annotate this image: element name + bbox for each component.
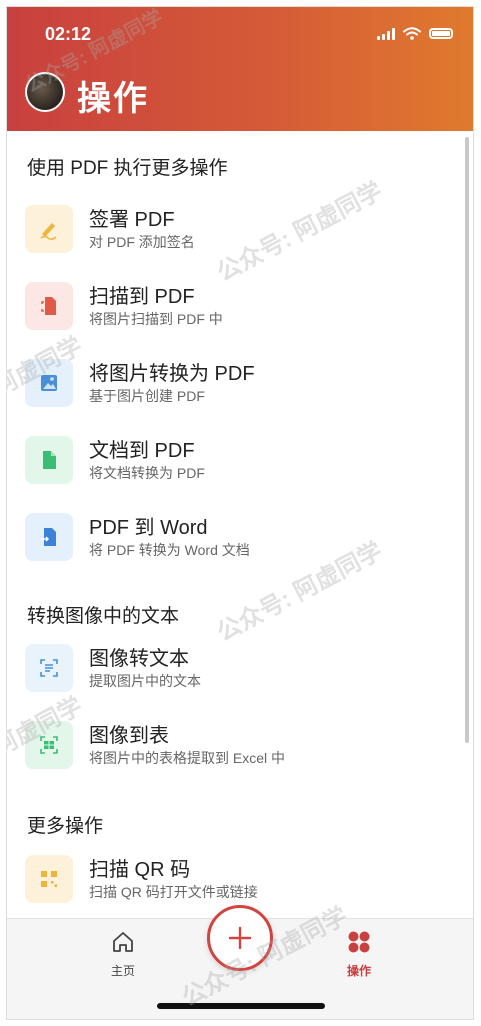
action-subtitle: 扫描 QR 码打开文件或链接: [89, 884, 258, 900]
wifi-icon: [403, 27, 421, 40]
create-button[interactable]: [207, 905, 273, 971]
action-subtitle: 提取图片中的文本: [89, 673, 201, 689]
home-indicator: [157, 1003, 325, 1009]
table-scan-icon: [25, 721, 73, 769]
action-document-to-pdf[interactable]: 文档到 PDF 将文档转换为 PDF: [25, 432, 445, 492]
action-sign-pdf[interactable]: 签署 PDF 对 PDF 添加签名: [25, 201, 445, 261]
tab-actions[interactable]: 操作: [329, 929, 389, 979]
action-title: 签署 PDF: [89, 209, 175, 231]
actions-list: 使用 PDF 执行更多操作 签署 PDF 对 PDF 添加签名 扫描到 PDF …: [7, 131, 473, 921]
status-icons: [377, 27, 453, 40]
action-subtitle: 将图片扫描到 PDF 中: [89, 311, 223, 327]
action-scan-to-pdf[interactable]: 扫描到 PDF 将图片扫描到 PDF 中: [25, 278, 445, 338]
tab-home[interactable]: 主页: [93, 929, 153, 979]
page-title: 操作: [77, 80, 149, 118]
action-subtitle: 将图片中的表格提取到 Excel 中: [89, 750, 286, 766]
bottom-tab-bar: 主页 操作: [7, 905, 473, 1019]
action-image-to-pdf[interactable]: 将图片转换为 PDF 基于图片创建 PDF: [25, 355, 445, 415]
word-file-icon: [25, 513, 73, 561]
app-header: 02:12 操作: [7, 7, 473, 131]
phone-screen: 02:12 操作 使用 PDF 执行更多操作 签署 PDF 对 PDF 添加签名: [6, 6, 474, 1020]
avatar[interactable]: [25, 72, 65, 112]
action-title: 图像到表: [89, 725, 169, 747]
home-icon: [113, 932, 133, 952]
section-title-ocr: 转换图像中的文本: [27, 606, 180, 627]
action-image-to-text[interactable]: 图像转文本 提取图片中的文本: [25, 640, 445, 700]
image-file-icon: [25, 359, 73, 407]
action-title: 将图片转换为 PDF: [89, 363, 255, 385]
section-title-pdf: 使用 PDF 执行更多操作: [27, 158, 228, 179]
action-subtitle: 基于图片创建 PDF: [89, 388, 205, 404]
action-title: 图像转文本: [89, 648, 189, 670]
apps-grid-icon: [348, 931, 370, 953]
tab-home-label: 主页: [110, 964, 135, 978]
tab-actions-label: 操作: [346, 964, 371, 978]
plus-icon: [228, 926, 252, 950]
scan-document-icon: [25, 282, 73, 330]
cellular-signal-icon: [377, 27, 395, 40]
action-subtitle: 将 PDF 转换为 Word 文档: [89, 542, 250, 558]
document-file-icon: [25, 436, 73, 484]
action-pdf-to-word[interactable]: PDF 到 Word 将 PDF 转换为 Word 文档: [25, 509, 445, 569]
action-title: 文档到 PDF: [89, 440, 195, 462]
action-title: 扫描 QR 码: [89, 859, 191, 881]
action-subtitle: 对 PDF 添加签名: [89, 234, 195, 250]
action-image-to-table[interactable]: 图像到表 将图片中的表格提取到 Excel 中: [25, 717, 445, 777]
section-title-more: 更多操作: [27, 816, 104, 837]
qr-code-icon: [25, 855, 73, 903]
battery-icon: [429, 28, 453, 39]
signature-pen-icon: [25, 205, 73, 253]
action-scan-qr[interactable]: 扫描 QR 码 扫描 QR 码打开文件或链接: [25, 851, 445, 911]
action-subtitle: 将文档转换为 PDF: [89, 465, 205, 481]
text-scan-icon: [25, 644, 73, 692]
scrollbar[interactable]: [465, 137, 469, 743]
action-title: 扫描到 PDF: [89, 286, 195, 308]
status-time: 02:12: [45, 24, 92, 44]
action-title: PDF 到 Word: [89, 517, 208, 539]
